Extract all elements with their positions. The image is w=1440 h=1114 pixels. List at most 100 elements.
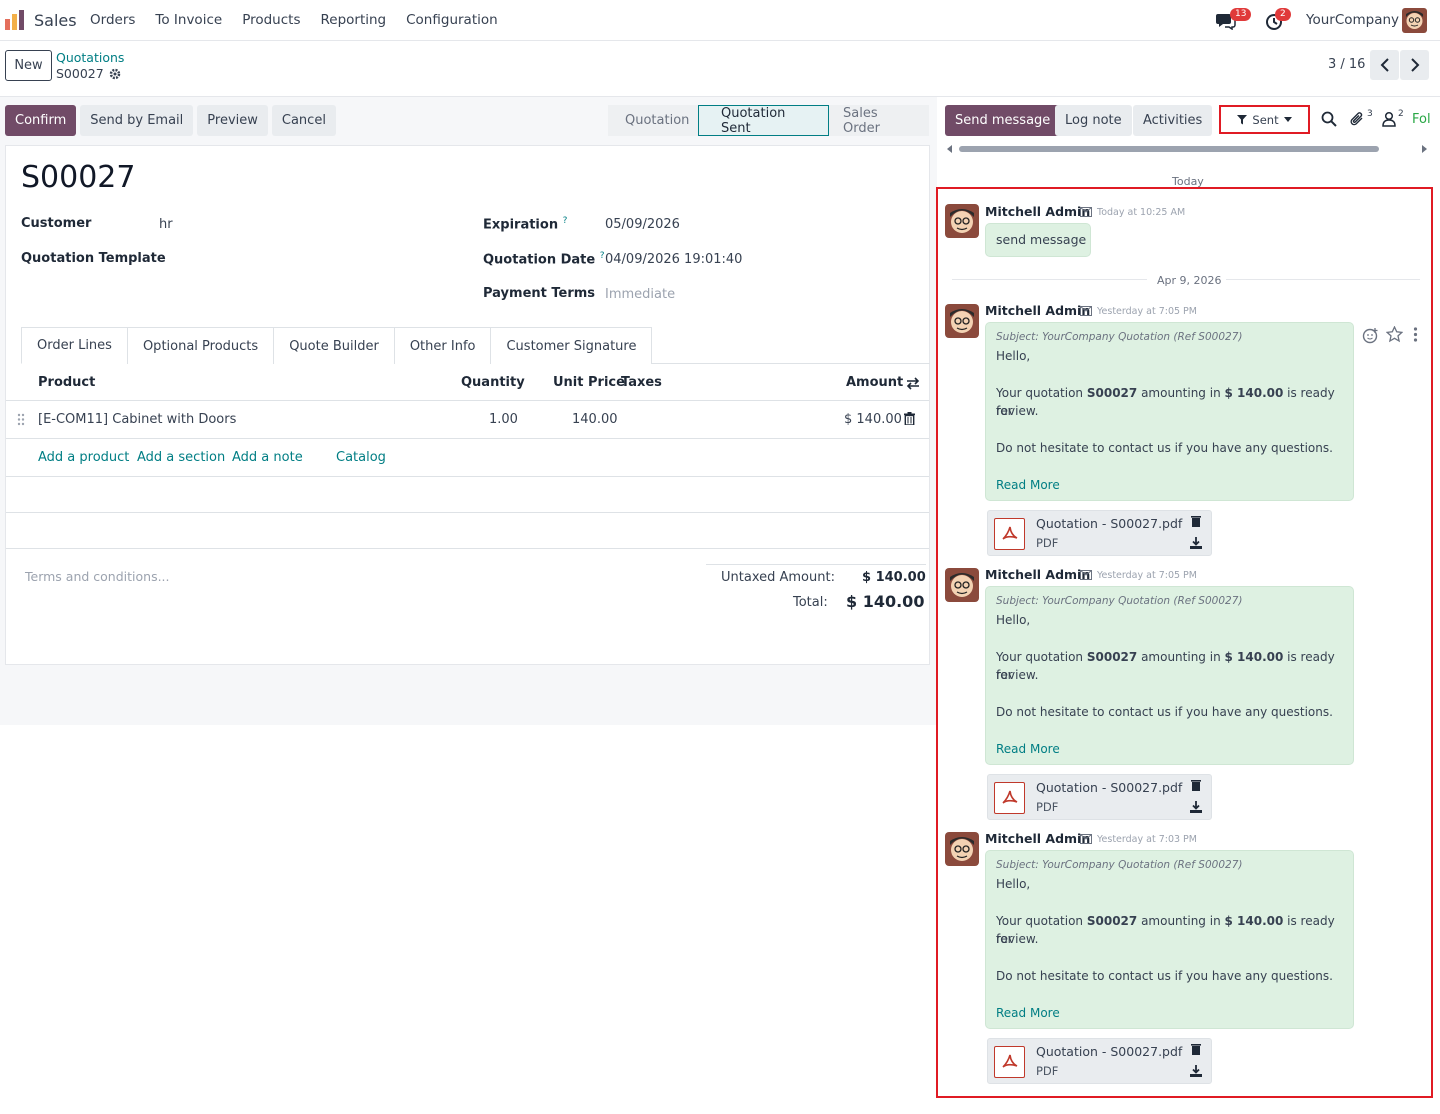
add-section-link[interactable]: Add a section: [137, 450, 225, 465]
more-options-icon[interactable]: [1413, 327, 1418, 342]
drag-handle-icon[interactable]: [17, 413, 25, 426]
message-line1: Your quotation S00027 amounting in $ 140…: [996, 912, 1353, 948]
author-avatar[interactable]: [945, 832, 979, 866]
company-switcher[interactable]: YourCompany: [1306, 12, 1399, 28]
author-avatar[interactable]: [945, 204, 979, 238]
col-taxes[interactable]: Taxes: [621, 375, 662, 390]
quotation-date-field[interactable]: 04/09/2026 19:01:40: [605, 252, 742, 267]
cancel-button[interactable]: Cancel: [271, 105, 336, 136]
paperclip-icon[interactable]: [1349, 111, 1365, 127]
col-quantity[interactable]: Quantity: [461, 375, 525, 390]
attachment-name: Quotation - S00027.pdf: [1036, 780, 1183, 795]
tab-other-info[interactable]: Other Info: [393, 327, 492, 364]
attachment-card[interactable]: Quotation - S00027.pdf PDF: [987, 774, 1212, 820]
message-bubble: Subject: YourCompany Quotation (Ref S000…: [985, 850, 1354, 1029]
stage-quotation-sent[interactable]: Quotation Sent: [698, 105, 829, 136]
trash-icon[interactable]: [904, 412, 915, 425]
author-avatar[interactable]: [945, 568, 979, 602]
trash-icon[interactable]: [1190, 1043, 1202, 1055]
follow-button[interactable]: Fol: [1412, 112, 1431, 127]
message-line1-pre: Your quotation: [996, 650, 1087, 664]
chatter-scrollbar[interactable]: [947, 145, 1431, 153]
message-author[interactable]: Mitchell Admin: [985, 204, 1090, 219]
add-note-link[interactable]: Add a note: [232, 450, 303, 465]
scroll-left-icon[interactable]: [947, 145, 953, 153]
trash-icon[interactable]: [1190, 779, 1202, 791]
line-unit-price[interactable]: 140.00: [572, 412, 618, 427]
preview-button[interactable]: Preview: [197, 105, 268, 136]
scrollbar-thumb[interactable]: [959, 146, 1379, 152]
sales-app-icon[interactable]: [4, 9, 26, 31]
message-date: Yesterday at 7:05 PM: [1097, 570, 1197, 581]
attachment-card[interactable]: Quotation - S00027.pdf PDF: [987, 1038, 1212, 1084]
user-avatar[interactable]: [1402, 8, 1427, 33]
breadcrumb-quotations[interactable]: Quotations: [56, 50, 124, 65]
menu-orders[interactable]: Orders: [90, 12, 135, 28]
tab-customer-signature[interactable]: Customer Signature: [490, 327, 653, 364]
add-product-link[interactable]: Add a product: [38, 450, 129, 465]
followers-icon[interactable]: [1381, 111, 1397, 127]
read-more-link[interactable]: Read More: [996, 478, 1060, 492]
line-quantity[interactable]: 1.00: [489, 412, 518, 427]
new-button[interactable]: New: [5, 50, 52, 81]
chevron-left-icon: [1380, 58, 1389, 72]
star-icon[interactable]: [1386, 326, 1403, 343]
scroll-right-icon[interactable]: [1421, 145, 1427, 153]
menu-reporting[interactable]: Reporting: [320, 12, 386, 28]
message-subject: Subject: YourCompany Quotation (Ref S000…: [996, 859, 1243, 871]
top-navbar: Sales Orders To Invoice Products Reporti…: [0, 0, 1440, 41]
sent-filter-button[interactable]: Sent: [1219, 105, 1310, 134]
message-author[interactable]: Mitchell Admin: [985, 303, 1090, 318]
tab-order-lines[interactable]: Order Lines: [21, 327, 128, 364]
send-by-email-button[interactable]: Send by Email: [80, 105, 194, 136]
send-message-button[interactable]: Send message: [945, 105, 1061, 136]
envelope-icon: [1080, 207, 1092, 217]
quotation-date-help-icon[interactable]: ?: [600, 251, 605, 261]
message-author[interactable]: Mitchell Admin: [985, 567, 1090, 582]
col-unit-price[interactable]: Unit Price: [553, 375, 625, 390]
attachment-type: PDF: [1036, 1064, 1059, 1078]
activities-button[interactable]: Activities: [1133, 105, 1213, 136]
read-more-link[interactable]: Read More: [996, 1006, 1060, 1020]
add-reaction-icon[interactable]: [1362, 327, 1379, 344]
message-author[interactable]: Mitchell Admin: [985, 831, 1090, 846]
customer-field[interactable]: hr: [159, 217, 173, 232]
expiration-field[interactable]: 05/09/2026: [605, 217, 680, 232]
gear-icon[interactable]: [109, 68, 121, 80]
author-avatar[interactable]: [945, 304, 979, 338]
order-name[interactable]: S00027: [21, 160, 135, 195]
menu-products[interactable]: Products: [242, 12, 300, 28]
pager-next-button[interactable]: [1400, 50, 1429, 80]
column-settings-icon[interactable]: [906, 377, 920, 390]
pager-value[interactable]: 3 / 16: [1328, 57, 1365, 72]
untaxed-amount-value: $ 140.00: [862, 570, 926, 585]
stage-sales-order[interactable]: Sales Order: [829, 105, 929, 136]
date-separator-today: Today: [1172, 175, 1204, 188]
read-more-link[interactable]: Read More: [996, 742, 1060, 756]
search-icon[interactable]: [1321, 111, 1337, 127]
payment-terms-field[interactable]: Immediate: [605, 287, 675, 302]
catalog-link[interactable]: Catalog: [336, 450, 386, 465]
col-amount[interactable]: Amount: [846, 375, 903, 390]
expiration-help-icon[interactable]: ?: [563, 216, 568, 226]
log-note-button[interactable]: Log note: [1055, 105, 1132, 136]
download-icon[interactable]: [1190, 801, 1202, 813]
download-icon[interactable]: [1190, 537, 1202, 549]
menu-configuration[interactable]: Configuration: [406, 12, 498, 28]
col-product[interactable]: Product: [38, 375, 95, 390]
download-icon[interactable]: [1190, 1065, 1202, 1077]
main-menu: Orders To Invoice Products Reporting Con…: [90, 12, 518, 28]
stage-quotation[interactable]: Quotation: [608, 105, 698, 136]
menu-to-invoice[interactable]: To Invoice: [155, 12, 222, 28]
control-panel: New Quotations S00027 3 / 16: [0, 41, 1440, 97]
app-name[interactable]: Sales: [34, 11, 77, 30]
confirm-button[interactable]: Confirm: [5, 105, 77, 136]
tab-quote-builder[interactable]: Quote Builder: [273, 327, 395, 364]
trash-icon[interactable]: [1190, 515, 1202, 527]
line-product[interactable]: [E-COM11] Cabinet with Doors: [38, 412, 236, 427]
table-row[interactable]: [E-COM11] Cabinet with Doors 1.00 140.00…: [6, 401, 929, 439]
pager-previous-button[interactable]: [1370, 50, 1399, 80]
attachment-card[interactable]: Quotation - S00027.pdf PDF: [987, 510, 1212, 556]
tab-optional-products[interactable]: Optional Products: [126, 327, 275, 364]
terms-conditions-field[interactable]: Terms and conditions...: [25, 569, 170, 584]
